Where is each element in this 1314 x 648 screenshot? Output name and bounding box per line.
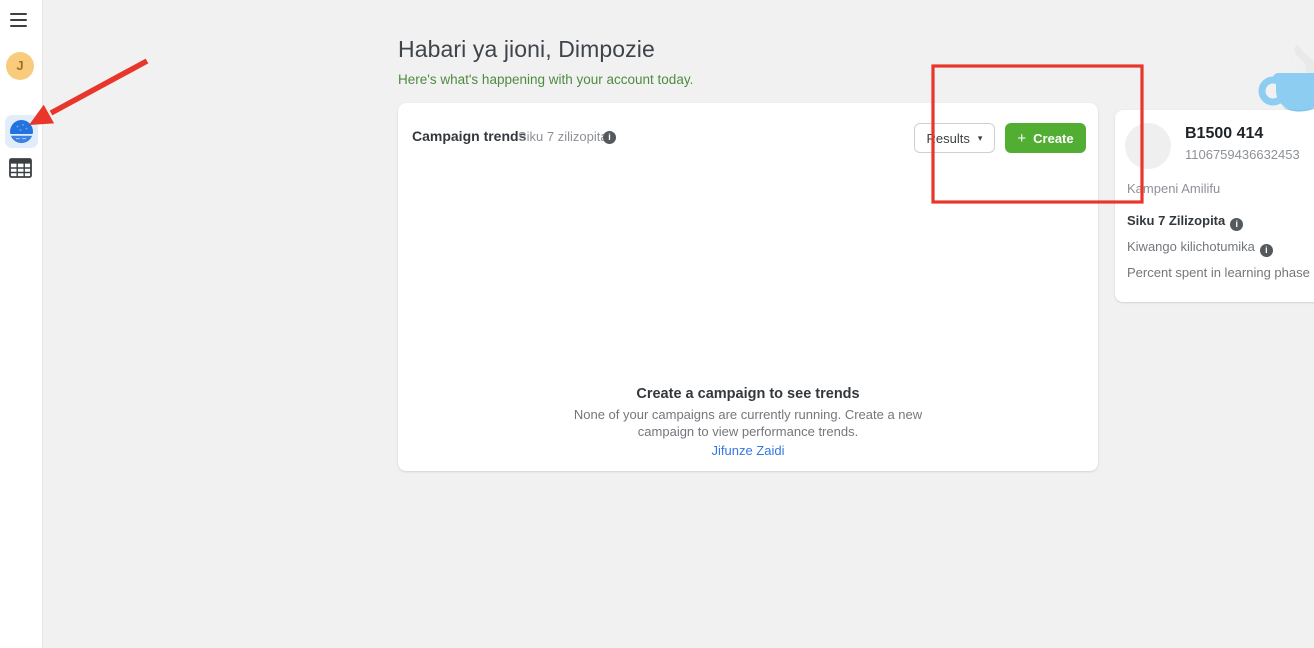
account-name: B1500 414 <box>1185 125 1263 143</box>
ads-manager-icon <box>9 119 34 144</box>
plus-icon: + <box>1017 131 1026 146</box>
metric-label: Percent spent in learning phase <box>1127 265 1310 280</box>
page-subtitle: Here's what's happening with your accoun… <box>398 72 693 87</box>
menu-bar <box>10 13 27 15</box>
menu-bar <box>10 19 27 21</box>
metric-row: Siku 7 Zilizopita i <box>1127 213 1243 231</box>
create-button-label: Create <box>1033 131 1073 146</box>
info-icon[interactable]: i <box>603 131 616 144</box>
sidebar-item-ads-manager[interactable] <box>5 115 38 148</box>
avatar[interactable]: J <box>6 52 34 80</box>
menu-bar <box>10 25 27 27</box>
sidebar: J <box>0 0 42 648</box>
learn-more-link[interactable]: Jifunze Zaidi <box>712 443 785 458</box>
sidebar-item-reports[interactable] <box>8 156 33 180</box>
campaign-trends-card: Campaign trends Siku 7 zilizopita i Resu… <box>398 103 1098 471</box>
account-avatar[interactable] <box>1125 123 1171 169</box>
create-button[interactable]: + Create <box>1005 123 1086 153</box>
empty-state: Create a campaign to see trends None of … <box>398 386 1098 460</box>
empty-state-title: Create a campaign to see trends <box>398 386 1098 402</box>
active-campaigns-label[interactable]: Kampeni Amilifu <box>1127 181 1220 196</box>
menu-icon[interactable] <box>10 13 28 29</box>
empty-state-description: None of your campaigns are currently run… <box>398 406 1098 423</box>
account-summary-card: B1500 414 1106759436632453 Kampeni Amili… <box>1115 110 1314 302</box>
date-range-label: Siku 7 zilizopita <box>518 129 608 144</box>
results-dropdown-label: Results <box>927 131 970 146</box>
metric-row: Kiwango kilichotumika i <box>1127 239 1273 257</box>
account-id: 1106759436632453 <box>1185 147 1300 162</box>
info-icon[interactable]: i <box>1230 218 1243 231</box>
coffee-cup-illustration <box>1252 28 1314 114</box>
ads-manager-screen: J Habari <box>0 0 1314 648</box>
info-icon[interactable]: i <box>1260 244 1273 257</box>
results-dropdown[interactable]: Results ▾ <box>914 123 995 153</box>
chevron-down-icon: ▾ <box>978 133 983 144</box>
table-icon <box>9 158 32 178</box>
metric-label: Siku 7 Zilizopita <box>1127 213 1225 228</box>
metric-label: Kiwango kilichotumika <box>1127 239 1255 254</box>
metric-row: Percent spent in learning phasei <box>1127 265 1314 283</box>
page-title: Habari ya jioni, Dimpozie <box>398 36 655 63</box>
card-title: Campaign trends <box>412 128 526 144</box>
empty-state-description: campaign to view performance trends. <box>398 423 1098 440</box>
